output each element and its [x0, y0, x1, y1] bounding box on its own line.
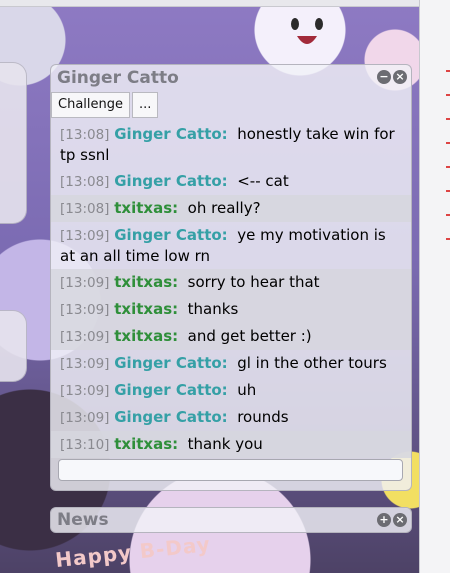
message-username[interactable]: txitxas: [114, 300, 178, 318]
message-timestamp: [13:09] [60, 329, 110, 345]
message-timestamp: [13:09] [60, 356, 110, 372]
chat-message: [13:08] txitxas: oh really? [51, 195, 411, 222]
message-username[interactable]: Ginger Catto: [114, 381, 227, 399]
chat-message: [13:09] Ginger Catto: gl in the other to… [51, 350, 411, 377]
chat-message: [13:09] txitxas: and get better :) [51, 323, 411, 350]
chat-log: [13:08] Ginger Catto: honestly take win … [51, 121, 411, 458]
right-edge-markers [446, 70, 450, 262]
news-window: News + × [50, 507, 412, 533]
message-text: gl in the other tours [237, 354, 387, 372]
chat-message: [13:09] txitxas: sorry to hear that [51, 269, 411, 296]
message-text: sorry to hear that [187, 273, 320, 291]
message-timestamp: [13:10] [60, 437, 110, 453]
chat-window-title: Ginger Catto [57, 68, 179, 88]
message-timestamp: [13:09] [60, 228, 110, 244]
close-icon[interactable]: × [393, 70, 407, 84]
mascot-face-decoration [291, 18, 323, 44]
chat-message: [13:08] Ginger Catto: honestly take win … [51, 121, 411, 168]
chat-message-input[interactable] [58, 459, 403, 481]
challenge-button[interactable]: Challenge [51, 92, 130, 118]
chat-message: [13:09] Ginger Catto: ye my motivation i… [51, 222, 411, 269]
message-timestamp: [13:09] [60, 275, 110, 291]
message-username[interactable]: Ginger Catto: [114, 408, 227, 426]
minimize-icon[interactable]: − [377, 70, 391, 84]
side-panel-edge-bottom [0, 310, 27, 382]
chat-message: [13:08] Ginger Catto: <-- cat [51, 168, 411, 195]
message-text: and get better :) [187, 327, 312, 345]
news-window-title: News [57, 510, 109, 530]
chat-message: [13:09] Ginger Catto: uh [51, 377, 411, 404]
message-username[interactable]: txitxas: [114, 199, 178, 217]
chat-toolbar: Challenge ... [51, 92, 160, 118]
message-timestamp: [13:08] [60, 174, 110, 190]
message-text: thanks [187, 300, 239, 318]
message-username[interactable]: Ginger Catto: [114, 354, 227, 372]
message-timestamp: [13:09] [60, 383, 110, 399]
chat-message: [13:10] txitxas: thank you [51, 431, 411, 458]
message-timestamp: [13:08] [60, 201, 110, 217]
expand-icon[interactable]: + [377, 513, 391, 527]
message-username[interactable]: txitxas: [114, 273, 178, 291]
message-username[interactable]: Ginger Catto: [114, 125, 227, 143]
message-text: rounds [237, 408, 289, 426]
message-timestamp: [13:09] [60, 410, 110, 426]
message-timestamp: [13:09] [60, 302, 110, 318]
chat-message: [13:09] Ginger Catto: rounds [51, 404, 411, 431]
message-username[interactable]: Ginger Catto: [114, 172, 227, 190]
more-options-button[interactable]: ... [132, 92, 159, 118]
message-text: uh [237, 381, 257, 399]
message-username[interactable]: txitxas: [114, 327, 178, 345]
top-border [0, 0, 450, 7]
message-text: oh really? [187, 199, 261, 217]
chat-message: [13:09] txitxas: thanks [51, 296, 411, 323]
close-icon[interactable]: × [393, 513, 407, 527]
chat-window: Ginger Catto − × Challenge ... [13:08] G… [50, 64, 412, 491]
message-username[interactable]: txitxas: [114, 435, 178, 453]
message-username[interactable]: Ginger Catto: [114, 226, 227, 244]
side-panel-edge-top [0, 62, 27, 224]
message-text: thank you [187, 435, 263, 453]
message-text: honestly take win for tp ssnl [60, 125, 395, 164]
message-timestamp: [13:08] [60, 127, 110, 143]
message-text: <-- cat [237, 172, 289, 190]
